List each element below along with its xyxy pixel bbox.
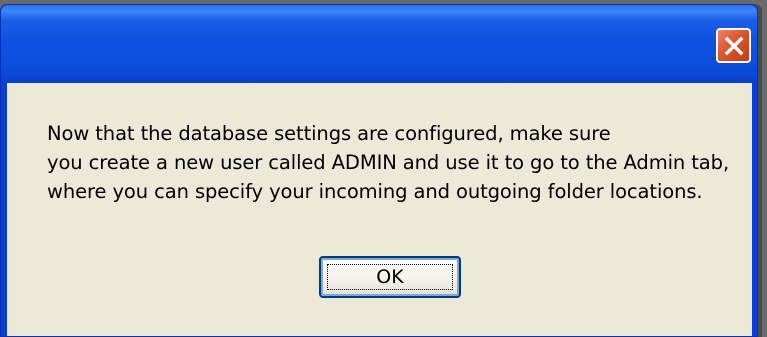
message-dialog: Now that the database settings are confi… bbox=[0, 4, 758, 337]
dialog-message: Now that the database settings are confi… bbox=[47, 119, 729, 206]
message-line: Now that the database settings are confi… bbox=[47, 122, 611, 145]
close-icon bbox=[724, 36, 743, 55]
dialog-body: Now that the database settings are confi… bbox=[7, 83, 752, 336]
title-bar[interactable] bbox=[1, 5, 757, 83]
desktop-background: Now that the database settings are confi… bbox=[0, 0, 767, 337]
message-line: where you can specify your incoming and … bbox=[47, 180, 703, 203]
close-button[interactable] bbox=[716, 28, 751, 63]
message-line: you create a new user called ADMIN and u… bbox=[47, 151, 730, 174]
ok-button-label: OK bbox=[376, 266, 404, 288]
ok-button[interactable]: OK bbox=[319, 256, 461, 298]
